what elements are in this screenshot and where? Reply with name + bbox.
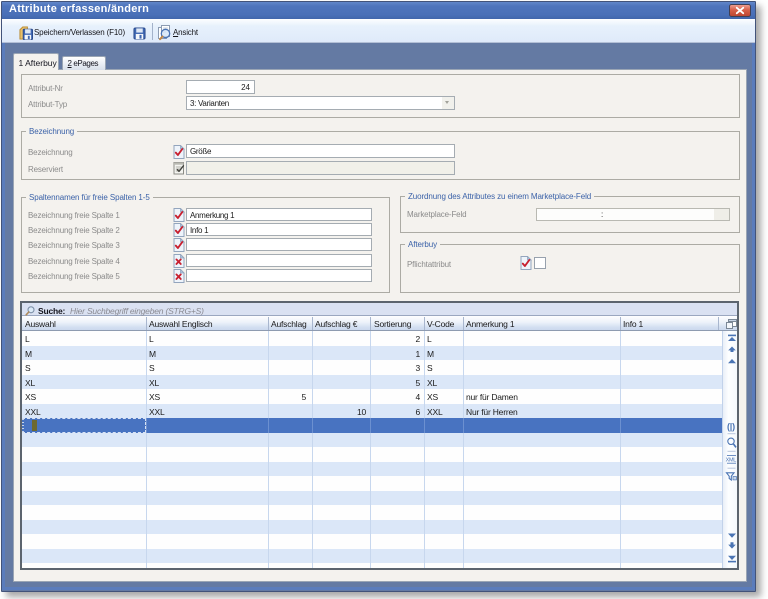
svg-text:XML: XML	[726, 457, 737, 463]
svg-text:(|): (|)	[727, 422, 735, 432]
